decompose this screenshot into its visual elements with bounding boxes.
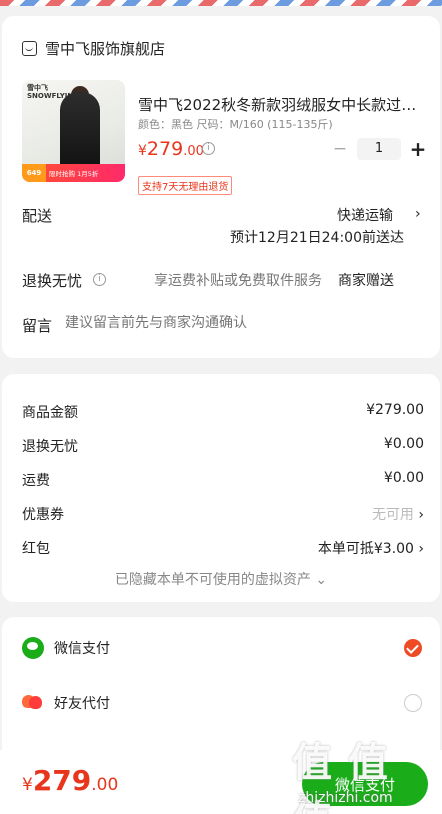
summary-card: 商品金额 ¥279.00 退换无忧 ¥0.00 运费 ¥0.00 优惠券 无可用…	[2, 374, 440, 602]
total-decimal: .00	[91, 775, 119, 795]
product-image-coat	[60, 92, 100, 172]
summary-value: ¥0.00	[383, 436, 424, 452]
total-integer: 279	[32, 764, 92, 797]
quantity-increase-button[interactable]: +	[409, 137, 427, 161]
promo-price: 649	[22, 164, 46, 182]
order-card: 雪中飞服饰旗舰店 雪中飞 SNOWFLYING 649 限时抢购 1月5折 雪中…	[2, 16, 440, 358]
summary-value: 本单可抵¥3.00 ›	[318, 538, 424, 558]
summary-value: ¥279.00	[366, 402, 424, 418]
summary-value: 无可用 ›	[372, 504, 424, 524]
summary-label: 退换无忧	[22, 439, 78, 455]
payment-option-wechat[interactable]: 微信支付	[22, 637, 424, 659]
summary-value: ¥0.00	[383, 470, 424, 486]
radio-unselected-icon[interactable]	[404, 694, 422, 712]
note-input[interactable]	[65, 315, 395, 331]
wechat-pay-icon	[22, 637, 44, 659]
summary-label: 红包	[22, 541, 50, 557]
return-worry-desc: 享运费补贴或免费取件服务	[154, 273, 322, 289]
payment-label: 好友代付	[54, 696, 110, 712]
friend-pay-icon	[22, 693, 44, 713]
product-image-promo: 649 限时抢购 1月5折	[22, 164, 125, 182]
total-price: ¥279.00	[22, 764, 118, 797]
airmail-border	[0, 0, 442, 6]
shop-name: 雪中飞服饰旗舰店	[45, 40, 166, 58]
total-currency: ¥	[22, 775, 33, 795]
return-info-icon[interactable]: i	[93, 273, 106, 286]
quantity-value[interactable]: 1	[357, 138, 401, 160]
payment-option-friend[interactable]: 好友代付	[22, 693, 424, 713]
hidden-assets-toggle[interactable]: 已隐藏本单不可使用的虚拟资产 ⌄	[2, 569, 440, 589]
summary-row-shipping: 运费 ¥0.00	[22, 470, 424, 490]
summary-row-return: 退换无忧 ¥0.00	[22, 436, 424, 456]
chevron-right-icon: ›	[418, 541, 424, 557]
quantity-stepper: − 1 +	[331, 137, 427, 161]
redpacket-value: 本单可抵¥3.00	[317, 541, 414, 557]
summary-row-redpacket[interactable]: 红包 本单可抵¥3.00 ›	[22, 538, 424, 558]
product-price: ¥279.00	[138, 138, 204, 160]
radio-selected-icon[interactable]	[404, 639, 422, 657]
quantity-decrease-button[interactable]: −	[331, 139, 349, 159]
site-watermark: 值 值 值 zhizhizhi.com	[292, 730, 437, 814]
product-image[interactable]: 雪中飞 SNOWFLYING 649 限时抢购 1月5折	[22, 80, 125, 182]
return-worry-gift: 商家赠送	[338, 273, 394, 289]
note-label: 留言	[22, 317, 53, 335]
summary-label: 运费	[22, 473, 50, 489]
shop-icon	[22, 41, 37, 56]
product-spec[interactable]: 颜色：黑色 尺码：M/160 (115-135斤)	[138, 116, 333, 132]
chevron-right-icon: ›	[418, 507, 424, 523]
product-title[interactable]: 雪中飞2022秋冬新款羽绒服女中长款过膝加厚	[138, 94, 424, 115]
return-worry-label: 退换无忧	[22, 272, 83, 290]
chevron-right-icon[interactable]: ›	[415, 206, 421, 222]
watermark-url: zhizhizhi.com	[298, 790, 393, 806]
price-info-icon[interactable]: i	[202, 142, 215, 155]
delivery-method[interactable]: 快递运输	[337, 205, 393, 225]
price-currency: ¥	[138, 143, 147, 159]
return-policy-tag: 支持7天无理由退货	[138, 176, 233, 195]
shop-header[interactable]: 雪中飞服饰旗舰店	[22, 38, 165, 59]
delivery-label: 配送	[22, 207, 53, 225]
promo-text: 限时抢购 1月5折	[49, 170, 99, 178]
price-integer: 279	[146, 138, 184, 160]
summary-row-goods: 商品金额 ¥279.00	[22, 402, 424, 422]
delivery-eta: 预计12月21日24:00前送达	[230, 230, 404, 246]
summary-row-coupon[interactable]: 优惠券 无可用 ›	[22, 504, 424, 524]
coupon-value: 无可用	[371, 507, 414, 523]
payment-label: 微信支付	[54, 641, 110, 657]
summary-label: 优惠券	[22, 507, 64, 523]
summary-label: 商品金额	[22, 405, 78, 421]
price-decimal: .00	[183, 144, 204, 159]
